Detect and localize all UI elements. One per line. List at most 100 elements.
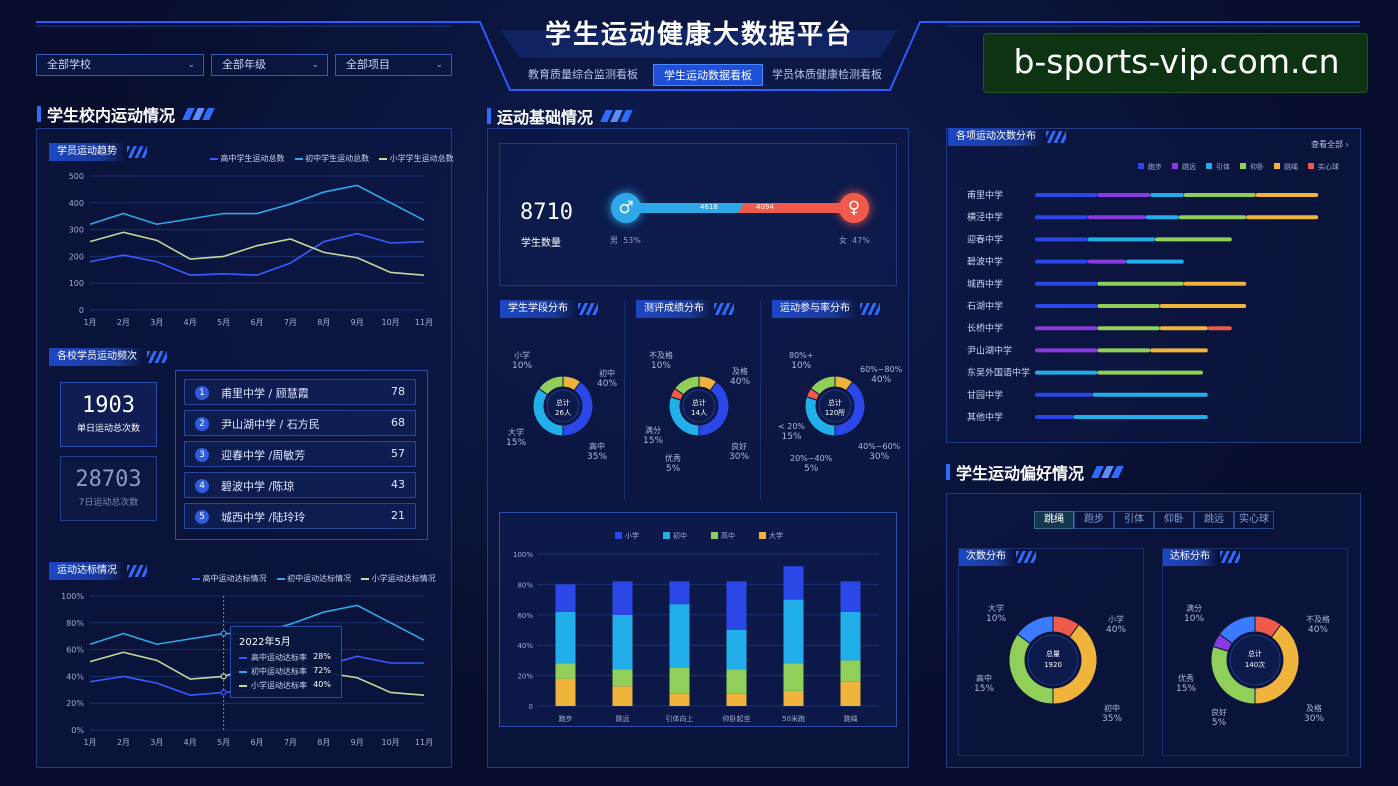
bar-segment xyxy=(1035,370,1098,375)
donut-center-label: 总计 120所 xyxy=(824,399,846,417)
legend-item-high: 高中运动达标情况 xyxy=(192,573,267,584)
pref-tab-pullup[interactable]: 引体 xyxy=(1114,511,1154,529)
rank-value: 43 xyxy=(391,478,405,491)
chevron-right-icon: › xyxy=(1345,140,1349,149)
trend-legend: 高中学生运动总数 初中学生运动总数 小学学生运动总数 xyxy=(210,153,454,164)
donut-label: 优秀 15% xyxy=(1176,674,1197,694)
donut-label: 20%~40% 5% xyxy=(790,454,833,474)
rank-number: 5 xyxy=(195,510,209,524)
legend-label: 小学 xyxy=(625,531,639,540)
school-filter-dropdown[interactable]: 全部学校 ⌄ xyxy=(36,54,204,76)
pref-tab-ball[interactable]: 实心球 xyxy=(1234,511,1274,529)
bar-segment xyxy=(1097,304,1160,308)
stacked-bar-segment xyxy=(783,566,804,600)
rank-name: 尹山湖中学 / 石方民 xyxy=(221,418,320,431)
donut-label: 大学 15% xyxy=(506,428,527,448)
tooltip-point xyxy=(220,689,227,696)
attain-tooltip: 2022年5月 高中运动达标率 28% 初中运动达标率 72% 小学运动达标率 40% xyxy=(230,626,342,698)
male-label: 男 53% xyxy=(610,236,641,245)
pref-tab-run[interactable]: 跑步 xyxy=(1074,511,1114,529)
y-tick-label: 0 xyxy=(79,306,84,315)
donut-label: 初中 35% xyxy=(1102,704,1123,724)
bar-segment xyxy=(1087,215,1146,220)
watermark-box: b-sports-vip.com.cn xyxy=(983,33,1368,93)
ranking-row[interactable]: 5 城西中学 /陆玲玲 21 xyxy=(184,503,416,529)
legend-label: 跳远 xyxy=(1182,162,1196,171)
stacked-bar-segment xyxy=(840,581,861,612)
rank-name: 迎春中学 /周敏芳 xyxy=(221,449,306,462)
y-tick-label: 80% xyxy=(517,581,533,589)
category-label: 横泾中学 xyxy=(967,211,1003,223)
male-bar xyxy=(630,203,744,213)
y-tick-label: 300 xyxy=(69,226,84,235)
trend-sub-title: 学员运动趋势 xyxy=(49,143,147,161)
legend-item-primary: 小学学生运动总数 xyxy=(379,153,454,164)
stacked-bar-segment xyxy=(783,663,804,691)
tab-physical-health[interactable]: 学员体质健康检测看板 xyxy=(768,64,886,86)
rank-number: 4 xyxy=(195,479,209,493)
tab-sports-data[interactable]: 学生运动数据看板 xyxy=(653,64,763,86)
daily-count-value: 1903 xyxy=(82,393,135,418)
donut-label: 良好 5% xyxy=(1211,708,1227,728)
grade-filter-dropdown[interactable]: 全部年级 ⌄ xyxy=(211,54,328,76)
donut-label: 40%~60% 30% xyxy=(858,442,901,462)
y-tick-label: 400 xyxy=(69,199,84,208)
x-tick-label: 9月 xyxy=(351,738,364,747)
x-tick-label: 引体向上 xyxy=(666,714,694,723)
pref-tab-situp[interactable]: 仰卧 xyxy=(1154,511,1194,529)
stacked-bar-segment xyxy=(612,614,633,670)
project-filter-dropdown[interactable]: 全部项目 ⌄ xyxy=(335,54,452,76)
y-tick-label: 500 xyxy=(69,172,84,181)
stacked-bar-segment xyxy=(612,686,633,706)
bar-segment xyxy=(1035,193,1098,197)
donut-label: 小学 40% xyxy=(1106,615,1127,635)
chevron-down-icon: ⌄ xyxy=(435,60,443,70)
legend-label: 跑步 xyxy=(1148,162,1162,171)
category-label: 甫里中学 xyxy=(967,189,1003,201)
y-tick-label: 0 xyxy=(529,703,533,711)
ranking-row[interactable]: 2 尹山湖中学 / 石方民 68 xyxy=(184,410,416,436)
project-filter-value: 全部项目 xyxy=(346,58,390,71)
category-label: 尹山湖中学 xyxy=(967,344,1012,356)
donut-label: 及格 30% xyxy=(1304,704,1325,724)
student-count-label: 学生数量 xyxy=(521,238,561,249)
middle-section-title: 运动基础情况 xyxy=(487,104,633,128)
legend-label: 引体 xyxy=(1216,162,1230,171)
category-label: 碧波中学 xyxy=(967,256,1003,268)
donut-label: 优秀 5% xyxy=(665,454,681,474)
legend-swatch xyxy=(1274,163,1280,169)
view-all-link[interactable]: 查看全部 › xyxy=(1311,139,1349,150)
donut-center-label: 总量 1920 xyxy=(1044,650,1062,669)
tooltip-title: 2022年5月 xyxy=(239,637,291,648)
category-label: 甘园中学 xyxy=(967,389,1003,401)
stacked-bar-segment xyxy=(669,668,690,694)
bar-segment xyxy=(1035,281,1098,286)
donut-center-label: 总计 140次 xyxy=(1244,650,1266,669)
y-tick-label: 100% xyxy=(61,592,84,601)
weekly-count-value: 28703 xyxy=(75,467,142,492)
x-tick-label: 6月 xyxy=(250,318,263,327)
bar-segment xyxy=(1126,259,1184,264)
bar-segment xyxy=(1035,304,1098,308)
donut-center-label: 总计 26人 xyxy=(555,399,571,417)
tab-education-quality[interactable]: 教育质量综合监测看板 xyxy=(522,64,644,86)
bar-segment xyxy=(1035,348,1098,353)
ranking-row[interactable]: 1 甫里中学 / 顾慧霞 78 xyxy=(184,379,416,405)
stacked-bar-segment xyxy=(555,584,576,612)
ranking-row[interactable]: 4 碧波中学 /陈琼 43 xyxy=(184,472,416,498)
category-label: 迎春中学 xyxy=(967,233,1003,245)
pref-tab-jump[interactable]: 跳远 xyxy=(1194,511,1234,529)
watermark-text: b-sports-vip.com.cn xyxy=(1013,42,1340,81)
y-tick-label: 0% xyxy=(71,726,84,735)
male-icon: ♂ xyxy=(611,193,641,223)
student-count-value: 8710 xyxy=(520,200,573,225)
donut-label: 小学 10% xyxy=(512,351,533,371)
left-section-title: 学生校内运动情况 xyxy=(37,102,215,126)
donut-sub-title: 运动参与率分布 xyxy=(772,300,880,318)
tooltip-point xyxy=(220,673,227,680)
pref-tab-rope[interactable]: 跳绳 xyxy=(1034,511,1074,529)
y-tick-label: 80% xyxy=(66,619,84,628)
ranking-row[interactable]: 3 迎春中学 /周敏芳 57 xyxy=(184,441,416,467)
donut-label: 满分 15% xyxy=(643,426,664,446)
rank-name: 甫里中学 / 顾慧霞 xyxy=(221,387,309,400)
